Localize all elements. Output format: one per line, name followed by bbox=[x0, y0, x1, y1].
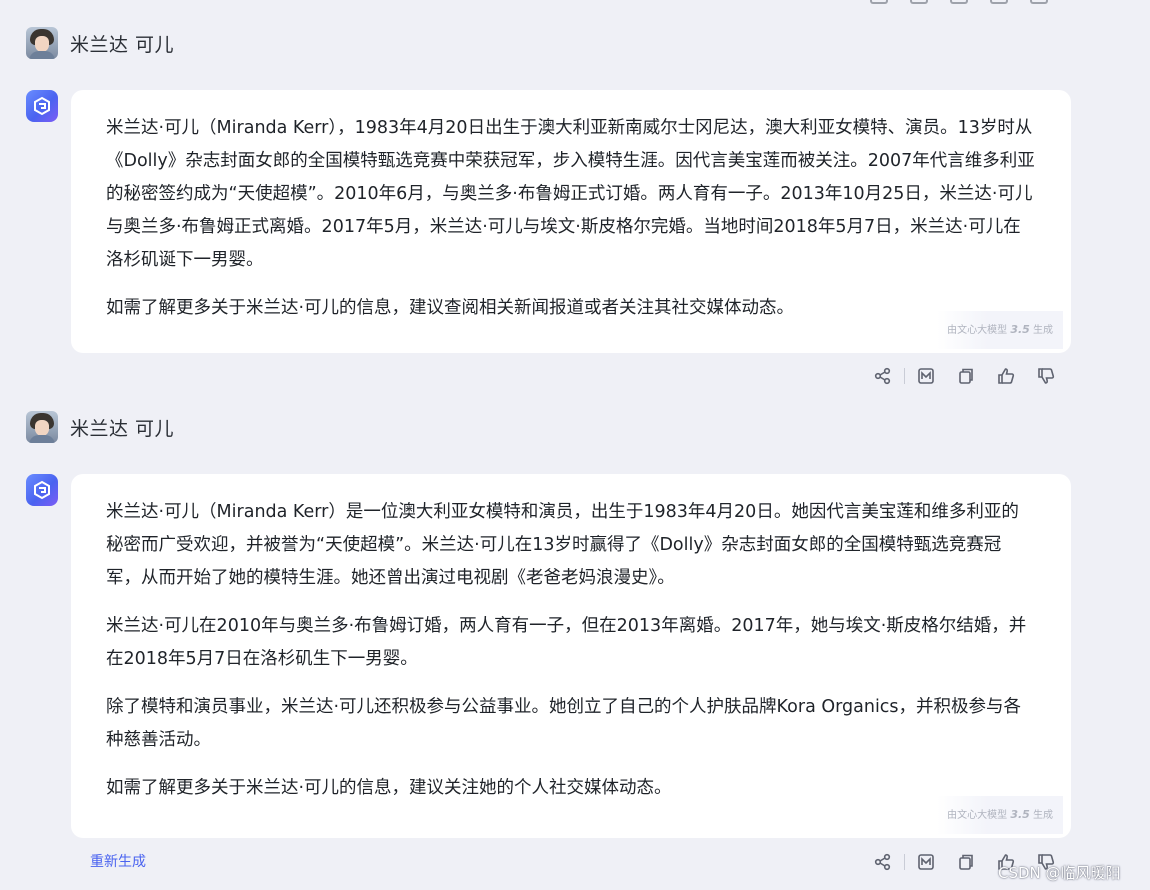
ernie-bot-icon bbox=[26, 474, 58, 506]
copy-icon[interactable] bbox=[955, 851, 977, 873]
mindmap-icon[interactable] bbox=[915, 851, 937, 873]
response-action-bar bbox=[872, 365, 1057, 387]
response-paragraph: 米兰达·可儿在2010年与奥兰多·布鲁姆订婚，两人育有一子，但在2013年离婚。… bbox=[106, 616, 1027, 669]
mindmap-icon[interactable] bbox=[915, 365, 937, 387]
thumbs-up-icon[interactable] bbox=[990, 0, 1008, 4]
regenerate-button[interactable]: 重新生成 bbox=[90, 851, 146, 871]
mindmap-icon[interactable] bbox=[910, 0, 928, 4]
response-paragraph: 除了模特和演员事业，米兰达·可儿还积极参与公益事业。她创立了自己的个人护肤品牌K… bbox=[106, 697, 1022, 750]
action-divider bbox=[904, 368, 905, 384]
share-icon[interactable] bbox=[872, 365, 894, 387]
thumbs-down-icon[interactable] bbox=[1035, 365, 1057, 387]
ernie-bot-icon bbox=[26, 90, 58, 122]
response-paragraph: 米兰达·可儿（Miranda Kerr）是一位澳大利亚女模特和演员，出生于198… bbox=[106, 502, 1019, 588]
response-paragraph: 如需了解更多关于米兰达·可儿的信息，建议查阅相关新闻报道或者关注其社交媒体动态。 bbox=[106, 298, 795, 318]
copy-icon[interactable] bbox=[955, 365, 977, 387]
model-watermark: 由文心大模型 3.5 生成 bbox=[937, 311, 1063, 349]
user-query-text: 米兰达 可儿 bbox=[70, 33, 175, 56]
user-avatar bbox=[26, 411, 58, 443]
copy-icon[interactable] bbox=[950, 0, 968, 4]
share-icon[interactable] bbox=[872, 851, 894, 873]
response-paragraph: 米兰达·可儿（Miranda Kerr），1983年4月20日出生于澳大利亚新南… bbox=[106, 118, 1035, 270]
bot-response-2: 米兰达·可儿（Miranda Kerr）是一位澳大利亚女模特和演员，出生于198… bbox=[71, 474, 1071, 838]
user-message: 米兰达 可儿 bbox=[26, 410, 174, 444]
response-paragraph: 如需了解更多关于米兰达·可儿的信息，建议关注她的个人社交媒体动态。 bbox=[106, 778, 672, 798]
bot-response-1: 米兰达·可儿（Miranda Kerr），1983年4月20日出生于澳大利亚新南… bbox=[71, 90, 1071, 353]
previous-action-bar bbox=[870, 0, 1060, 4]
user-avatar bbox=[26, 27, 58, 59]
share-icon[interactable] bbox=[870, 0, 888, 4]
csdn-watermark: CSDN @临风暖阳 bbox=[998, 864, 1121, 882]
action-divider bbox=[904, 854, 905, 870]
user-message: 米兰达 可儿 bbox=[26, 26, 174, 60]
model-watermark: 由文心大模型 3.5 生成 bbox=[937, 796, 1063, 834]
thumbs-down-icon[interactable] bbox=[1030, 0, 1048, 4]
user-query-text: 米兰达 可儿 bbox=[70, 417, 175, 440]
thumbs-up-icon[interactable] bbox=[995, 365, 1017, 387]
